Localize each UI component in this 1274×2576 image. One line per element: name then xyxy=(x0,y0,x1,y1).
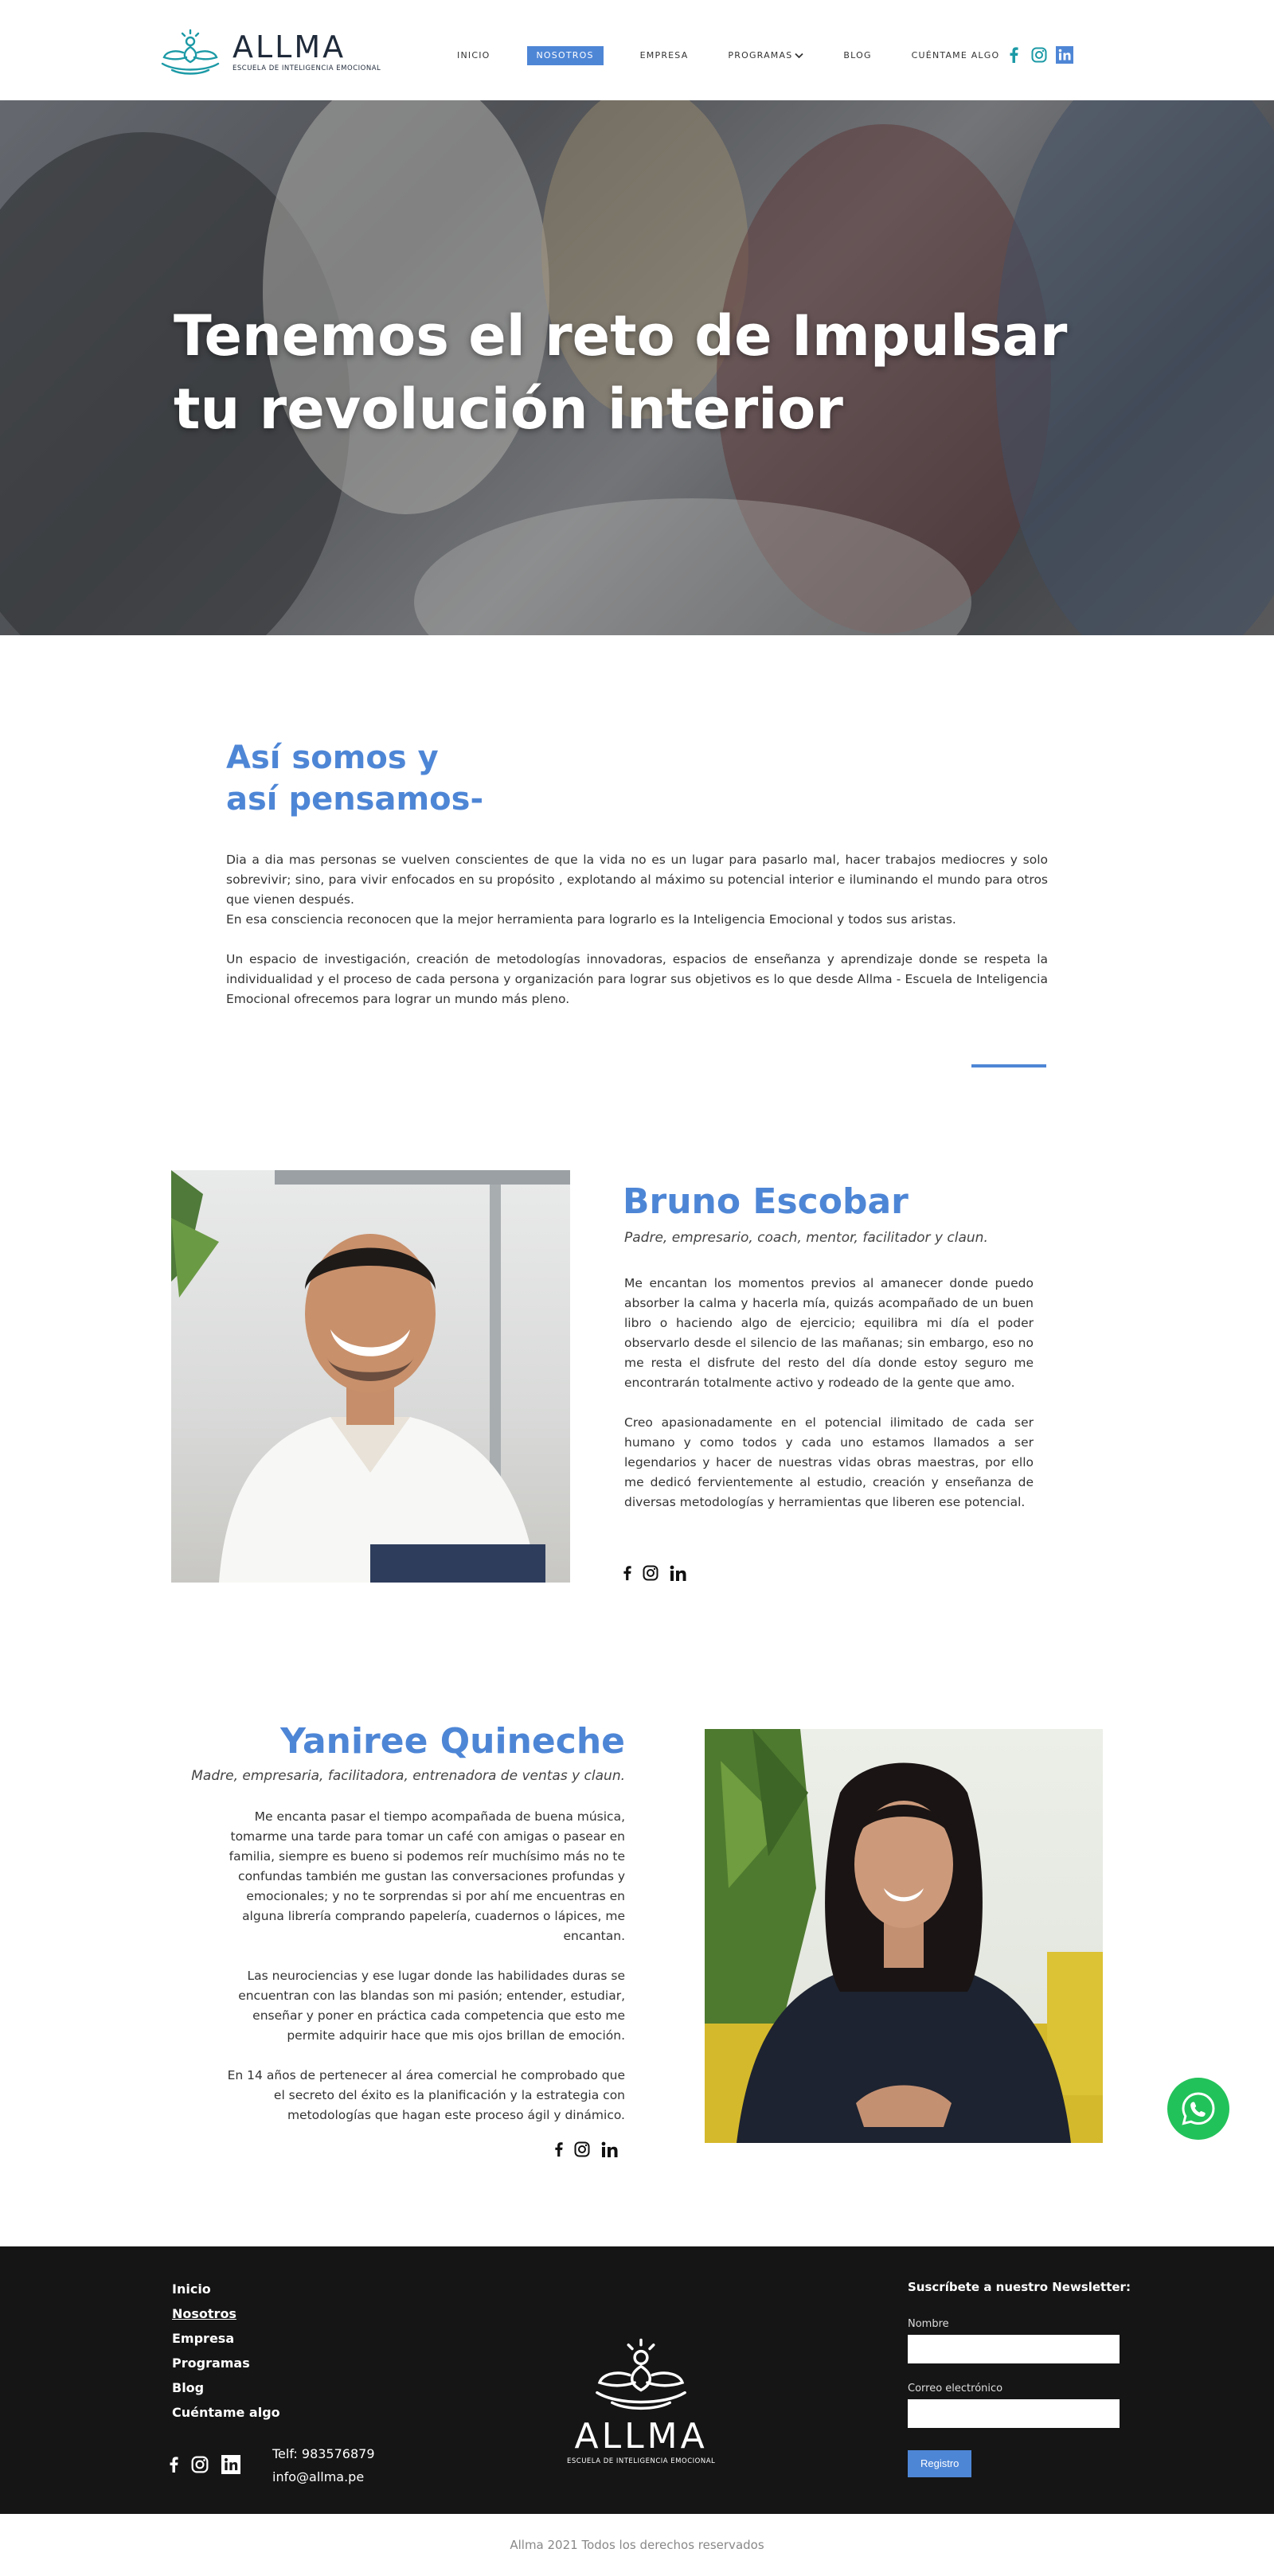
facebook-icon[interactable] xyxy=(623,1565,631,1581)
footer-brand-subtitle: ESCUELA DE INTELIGENCIA EMOCIONAL xyxy=(567,2457,716,2465)
about-title-line2: así pensamos- xyxy=(226,781,484,818)
main-nav: INICIO NOSOTROS EMPRESA PROGRAMAS BLOG C… xyxy=(454,46,1036,65)
yaniree-role: Madre, empresaria, facilitadora, entrena… xyxy=(191,1768,625,1784)
facebook-icon[interactable] xyxy=(169,2456,178,2473)
name-field-label: Nombre xyxy=(908,2318,949,2330)
hero-banner: Tenemos el reto de Impulsar tu revolució… xyxy=(0,100,1274,635)
instagram-icon[interactable] xyxy=(574,2141,590,2157)
about-paragraph-2: Un espacio de investigación, creación de… xyxy=(226,952,1048,1006)
instagram-icon[interactable] xyxy=(191,2456,209,2473)
nav-item-programas[interactable]: PROGRAMAS xyxy=(725,46,807,65)
facebook-icon[interactable] xyxy=(1005,46,1022,64)
bruno-social xyxy=(623,1565,687,1581)
register-button[interactable]: Registro xyxy=(908,2450,972,2477)
bruno-bio-paragraph-2: Creo apasionadamente en el potencial ili… xyxy=(624,1415,1034,1509)
nav-item-blog[interactable]: BLOG xyxy=(840,46,874,65)
footer-link-cuentame-algo[interactable]: Cuéntame algo xyxy=(172,2400,280,2425)
footer-brand-name: ALLMA xyxy=(574,2416,708,2457)
about-paragraph-1b: En esa consciencia reconocen que la mejo… xyxy=(226,912,956,927)
footer-contact: Telf: 983576879 info@allma.pe xyxy=(272,2442,375,2488)
yaniree-bio-paragraph-1: Me encanta pasar el tiempo acompañada de… xyxy=(229,1809,625,1943)
lotus-logo-icon xyxy=(596,2338,687,2410)
footer-email[interactable]: info@allma.pe xyxy=(272,2465,375,2488)
nav-item-nosotros[interactable]: NOSOTROS xyxy=(526,46,604,65)
yaniree-bio-paragraph-2: Las neurociencias y ese lugar donde las … xyxy=(238,1969,625,2043)
name-field[interactable] xyxy=(908,2335,1120,2363)
hero-title: Tenemos el reto de Impulsar tu revolució… xyxy=(174,299,1089,446)
whatsapp-button[interactable] xyxy=(1167,2078,1229,2140)
bruno-bio: Me encantan los momentos previos al aman… xyxy=(624,1274,1034,1532)
footer-nav: Inicio Nosotros Empresa Programas Blog C… xyxy=(172,2277,280,2425)
linkedin-icon[interactable] xyxy=(221,2455,240,2474)
newsletter-title: Suscríbete a nuestro Newsletter: xyxy=(908,2280,1131,2294)
bruno-bio-paragraph-1: Me encantan los momentos previos al aman… xyxy=(624,1276,1034,1390)
instagram-icon[interactable] xyxy=(1030,46,1048,64)
bruno-role: Padre, empresario, coach, mentor, facili… xyxy=(624,1230,988,1246)
hero-title-line1: Tenemos el reto de Impulsar xyxy=(174,303,1068,369)
yaniree-bio: Me encanta pasar el tiempo acompañada de… xyxy=(225,1807,625,2145)
lotus-logo-icon xyxy=(161,29,220,75)
footer-link-empresa[interactable]: Empresa xyxy=(172,2326,280,2351)
instagram-icon[interactable] xyxy=(643,1565,658,1581)
footer-logo[interactable]: ALLMA ESCUELA DE INTELIGENCIA EMOCIONAL xyxy=(567,2332,715,2465)
nav-item-inicio[interactable]: INICIO xyxy=(454,46,494,65)
nav-item-programas-label: PROGRAMAS xyxy=(728,50,793,60)
newsletter-form: Suscríbete a nuestro Newsletter: Nombre … xyxy=(908,2280,1131,2477)
footer-link-blog[interactable]: Blog xyxy=(172,2375,280,2400)
bruno-portrait-illustration xyxy=(171,1170,570,1583)
yaniree-name: Yaniree Quineche xyxy=(280,1721,625,1762)
linkedin-icon[interactable] xyxy=(670,1565,687,1581)
footer-link-nosotros[interactable]: Nosotros xyxy=(172,2301,280,2326)
chevron-down-icon xyxy=(795,53,804,59)
section-divider xyxy=(971,1064,1046,1067)
nav-item-cuentame-algo[interactable]: CUÉNTAME ALGO xyxy=(909,46,1003,65)
nav-item-empresa[interactable]: EMPRESA xyxy=(637,46,692,65)
about-title: Así somos y así pensamos- xyxy=(226,737,483,820)
about-paragraph-1: Dia a dia mas personas se vuelven consci… xyxy=(226,853,1048,907)
bruno-name: Bruno Escobar xyxy=(623,1181,909,1222)
whatsapp-icon xyxy=(1182,2092,1215,2125)
about-text: Dia a dia mas personas se vuelven consci… xyxy=(226,850,1048,1029)
brand-name: ALLMA xyxy=(233,29,346,64)
brand-subtitle: ESCUELA DE INTELIGENCIA EMOCIONAL xyxy=(233,64,381,72)
hero-title-line2: tu revolución interior xyxy=(174,377,843,442)
yaniree-photo xyxy=(705,1729,1103,2143)
header-social xyxy=(1005,46,1073,64)
brand-logo[interactable]: ALLMA ESCUELA DE INTELIGENCIA EMOCIONAL xyxy=(158,25,381,78)
linkedin-icon[interactable] xyxy=(1056,46,1073,64)
site-header: ALLMA ESCUELA DE INTELIGENCIA EMOCIONAL … xyxy=(0,0,1274,100)
yaniree-portrait-illustration xyxy=(705,1729,1103,2143)
yaniree-social xyxy=(554,2141,619,2157)
facebook-icon[interactable] xyxy=(554,2141,563,2157)
about-title-line1: Así somos y xyxy=(226,740,439,776)
brand-text: ALLMA ESCUELA DE INTELIGENCIA EMOCIONAL xyxy=(233,31,381,72)
footer-link-programas[interactable]: Programas xyxy=(172,2351,280,2375)
footer-link-inicio[interactable]: Inicio xyxy=(172,2277,280,2301)
email-field-label: Correo electrónico xyxy=(908,2383,1003,2395)
footer-social xyxy=(169,2455,240,2474)
linkedin-icon[interactable] xyxy=(601,2141,619,2157)
site-footer: Inicio Nosotros Empresa Programas Blog C… xyxy=(0,2246,1274,2514)
bruno-photo xyxy=(171,1170,570,1583)
yaniree-bio-paragraph-3: En 14 años de pertenecer al área comerci… xyxy=(227,2068,625,2122)
footer-phone: Telf: 983576879 xyxy=(272,2446,375,2461)
copyright-text: Allma 2021 Todos los derechos reservados xyxy=(0,2514,1274,2576)
email-field[interactable] xyxy=(908,2399,1120,2428)
